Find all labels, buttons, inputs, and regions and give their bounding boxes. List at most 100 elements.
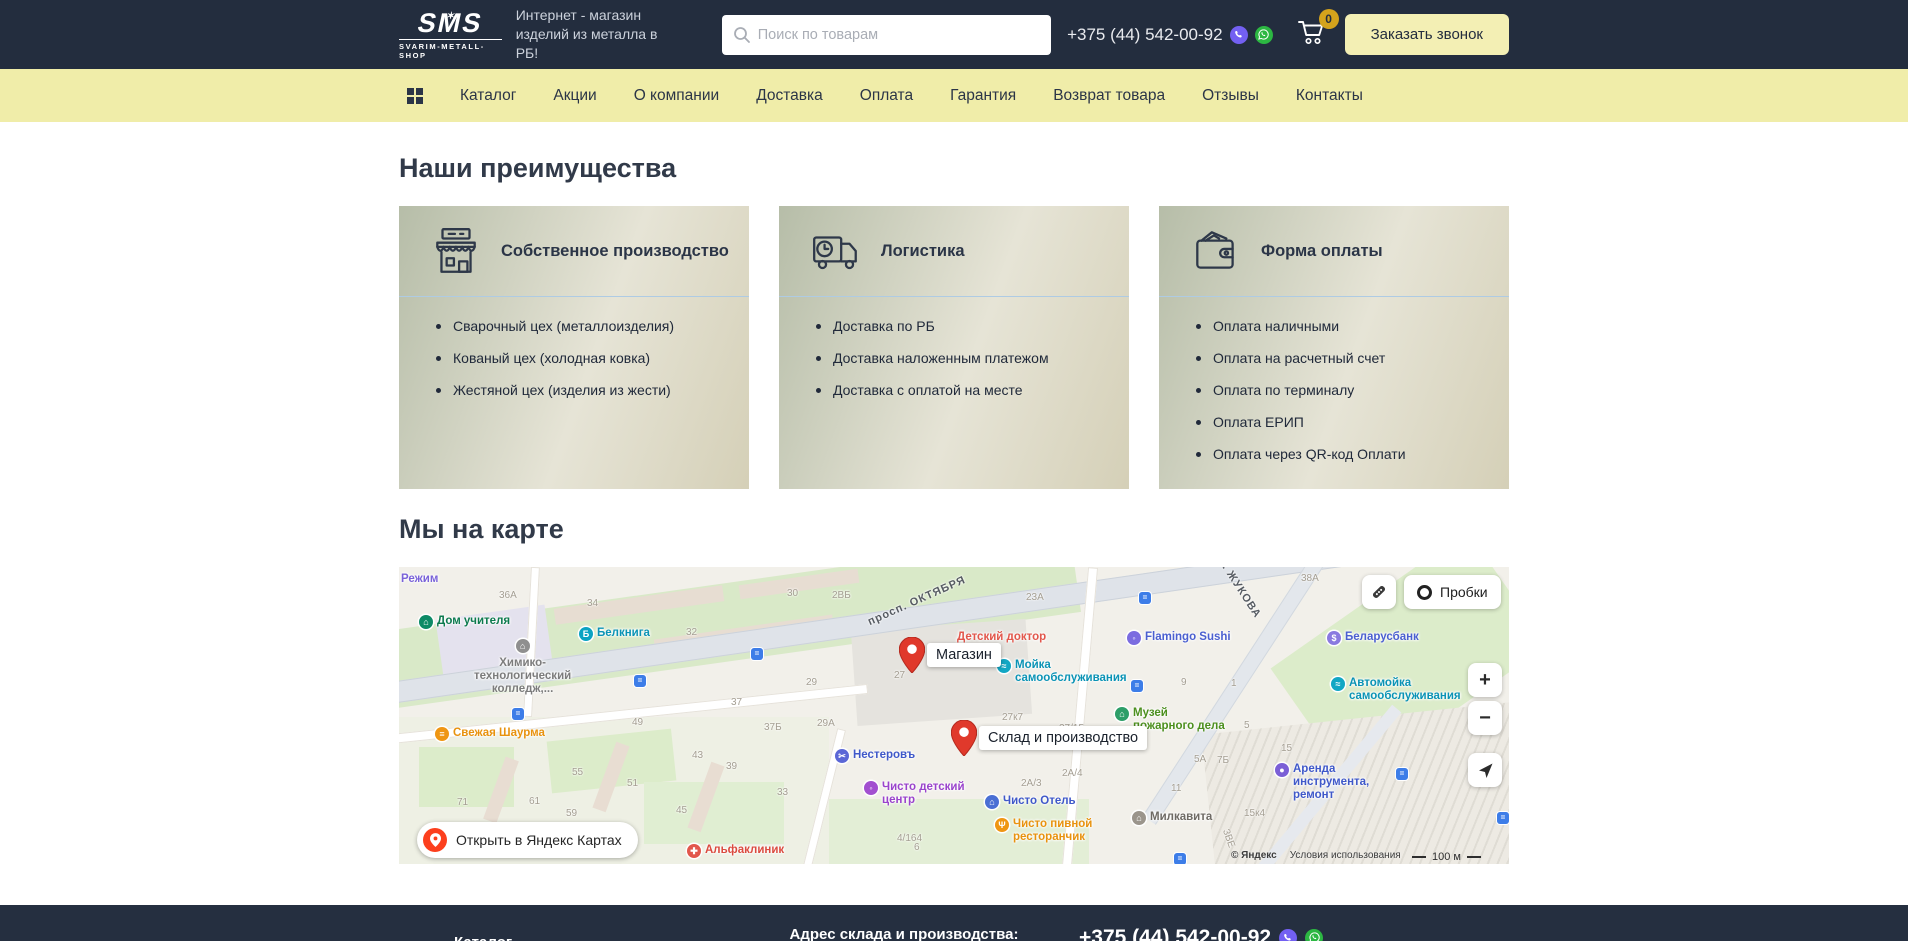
- map-marker[interactable]: Склад и производство: [951, 720, 1148, 756]
- map-poi[interactable]: ≈ Автомойка самообслуживания: [1331, 677, 1461, 703]
- nav-item-contacts[interactable]: Контакты: [1296, 87, 1363, 105]
- search-input[interactable]: [721, 14, 1052, 55]
- map-poi[interactable]: Б Белкнига: [579, 627, 650, 641]
- order-call-button[interactable]: Заказать звонок: [1344, 14, 1509, 55]
- viber-icon[interactable]: [1279, 928, 1298, 941]
- house-number: 15к4: [1244, 808, 1266, 819]
- nav-item-promotions[interactable]: Акции: [553, 87, 596, 105]
- bus-stop-icon: [751, 648, 763, 660]
- site-header: SMS SVARIM-METALL-SHOP Интернет - магази…: [0, 0, 1908, 69]
- bus-stop-icon: [512, 708, 524, 720]
- header-phone[interactable]: +375 (44) 542-00-92: [1067, 25, 1222, 45]
- footer-catalog-title[interactable]: Каталог: [399, 934, 729, 941]
- truck-clock-icon: [809, 224, 863, 278]
- card-payment-form: Форма оплаты Оплата наличными Оплата на …: [1159, 206, 1509, 489]
- geolocation-button[interactable]: [1468, 753, 1502, 787]
- nav-item-returns[interactable]: Возврат товара: [1053, 87, 1165, 105]
- house-number: 71: [457, 797, 469, 808]
- barbershop-icon: ✂: [835, 749, 849, 763]
- house-number: 30: [787, 588, 799, 599]
- map-poi[interactable]: Ψ Чисто пивной ресторанчик: [995, 818, 1092, 844]
- bank-icon: $: [1327, 631, 1341, 645]
- catalog-grid-icon[interactable]: [407, 87, 423, 104]
- nav-item-warranty[interactable]: Гарантия: [950, 87, 1016, 105]
- house-number: 45: [676, 805, 688, 816]
- map-poi[interactable]: ◦ Чисто детский центр: [864, 781, 965, 807]
- map-poi[interactable]: ⌂ Дом учителя: [419, 615, 510, 629]
- map-poi-label: Автомойка самообслуживания: [1349, 677, 1461, 702]
- map-poi[interactable]: ✚ Альфаклиник: [687, 844, 784, 858]
- geolocation-arrow-icon: [1478, 763, 1492, 778]
- map-poi-label: Свежая Шаурма: [453, 727, 545, 739]
- card-list-item: Оплата через QR-код Оплати: [1196, 446, 1499, 462]
- map-poi[interactable]: ≡ Свежая Шаурма: [435, 727, 545, 741]
- map-scale: 100 м: [1412, 851, 1481, 863]
- site-footer: Каталог Адрес склада и производства: +37…: [0, 905, 1908, 941]
- whatsapp-icon[interactable]: [1305, 928, 1324, 941]
- viber-icon[interactable]: [1229, 25, 1248, 44]
- map-poi-label: Мойка самообслуживания: [1015, 659, 1127, 684]
- nav-item-about[interactable]: О компании: [634, 87, 720, 105]
- map-poi[interactable]: ⌂ Милкавита: [1132, 811, 1212, 825]
- nav-item-catalog[interactable]: Каталог: [460, 87, 516, 105]
- nav-item-reviews[interactable]: Отзывы: [1202, 87, 1259, 105]
- main-nav: Каталог Акции О компании Доставка Оплата…: [0, 69, 1908, 122]
- map-poi[interactable]: ⌂ Химико- технологический колледж,...: [474, 639, 571, 696]
- card-list-item: Доставка по РБ: [816, 318, 1119, 334]
- nav-item-delivery[interactable]: Доставка: [756, 87, 823, 105]
- house-number: 7Б: [1217, 755, 1230, 766]
- map-canvas[interactable]: Режим ⌂ Дом учителя Б Белкнига ⌂ Химико- техно…: [399, 567, 1509, 864]
- map-marker[interactable]: Магазин: [899, 637, 1001, 673]
- traffic-label: Пробки: [1440, 584, 1488, 600]
- map-poi[interactable]: ⌂ Чисто Отель: [985, 795, 1076, 809]
- map-poi[interactable]: ◦ Flamingo Sushi: [1127, 631, 1231, 645]
- cart-count-badge: 0: [1318, 9, 1339, 29]
- logo-mark: SMS: [415, 8, 486, 38]
- zoom-in-button[interactable]: +: [1468, 663, 1502, 697]
- advantages-title: Наши преимущества: [399, 153, 677, 183]
- house-number: 5А: [1194, 754, 1207, 765]
- logo-caption: SVARIM-METALL-SHOP: [399, 38, 502, 60]
- bus-stop-icon: [1396, 768, 1408, 780]
- tagline-line-2: изделий из металла в РБ!: [515, 26, 658, 61]
- house-number: 2А/4: [1062, 768, 1083, 779]
- ruler-button[interactable]: [1362, 575, 1396, 609]
- house-number: 2ВБ: [832, 590, 851, 601]
- map-poi[interactable]: ● Аренда инструмента, ремонт: [1275, 763, 1369, 802]
- bus-stop-icon: [1497, 812, 1509, 824]
- tools-rent-icon: ●: [1275, 763, 1289, 777]
- map-poi-label: Нестеровъ: [853, 749, 916, 761]
- whatsapp-icon[interactable]: [1254, 25, 1273, 44]
- map-poi[interactable]: Режим: [401, 573, 438, 586]
- map-poi[interactable]: $ Беларусбанк: [1327, 631, 1419, 645]
- zoom-out-button[interactable]: −: [1468, 701, 1502, 735]
- footer-phone[interactable]: +375 (44) 542-00-92: [1079, 926, 1271, 941]
- map-scale-label: 100 м: [1432, 851, 1461, 863]
- house-number: 33: [777, 787, 789, 798]
- yandex-maps-pin-icon: [423, 828, 447, 852]
- house-number: 37: [731, 697, 743, 708]
- map-poi-label: Милкавита: [1150, 811, 1213, 823]
- map-poi-label: Чисто детский центр: [882, 781, 965, 806]
- open-in-yandex-maps-button[interactable]: Открыть в Яндекс Картах: [417, 822, 638, 858]
- nav-item-payment[interactable]: Оплата: [860, 87, 913, 105]
- card-title: Собственное производство: [501, 241, 729, 260]
- card-title: Логистика: [881, 241, 965, 260]
- house-number: 49: [632, 717, 644, 728]
- map-poi[interactable]: ✂ Нестеровъ: [835, 749, 915, 763]
- logo[interactable]: SMS SVARIM-METALL-SHOP: [399, 8, 502, 60]
- map-poi[interactable]: ≈ Мойка самообслуживания: [997, 659, 1127, 685]
- bus-stop-icon: [1139, 592, 1151, 604]
- tagline-line-1: Интернет - магазин: [515, 7, 642, 24]
- map-poi-label: Беларусбанк: [1345, 631, 1419, 643]
- map-copyright[interactable]: © Яндекс: [1231, 850, 1277, 861]
- yandex-map[interactable]: Режим ⌂ Дом учителя Б Белкнига ⌂ Химико- техно…: [399, 567, 1509, 864]
- map-terms-link[interactable]: Условия использования: [1290, 850, 1401, 861]
- car-wash-icon: ≈: [1331, 677, 1345, 691]
- map-poi-label: Режим: [401, 573, 439, 585]
- traffic-button[interactable]: Пробки: [1404, 575, 1501, 609]
- bookstore-icon: Б: [579, 627, 593, 641]
- card-list-item: Жестяной цех (изделия из жести): [436, 382, 739, 398]
- cart-button[interactable]: 0: [1297, 9, 1339, 51]
- house-number: 11: [1171, 783, 1182, 794]
